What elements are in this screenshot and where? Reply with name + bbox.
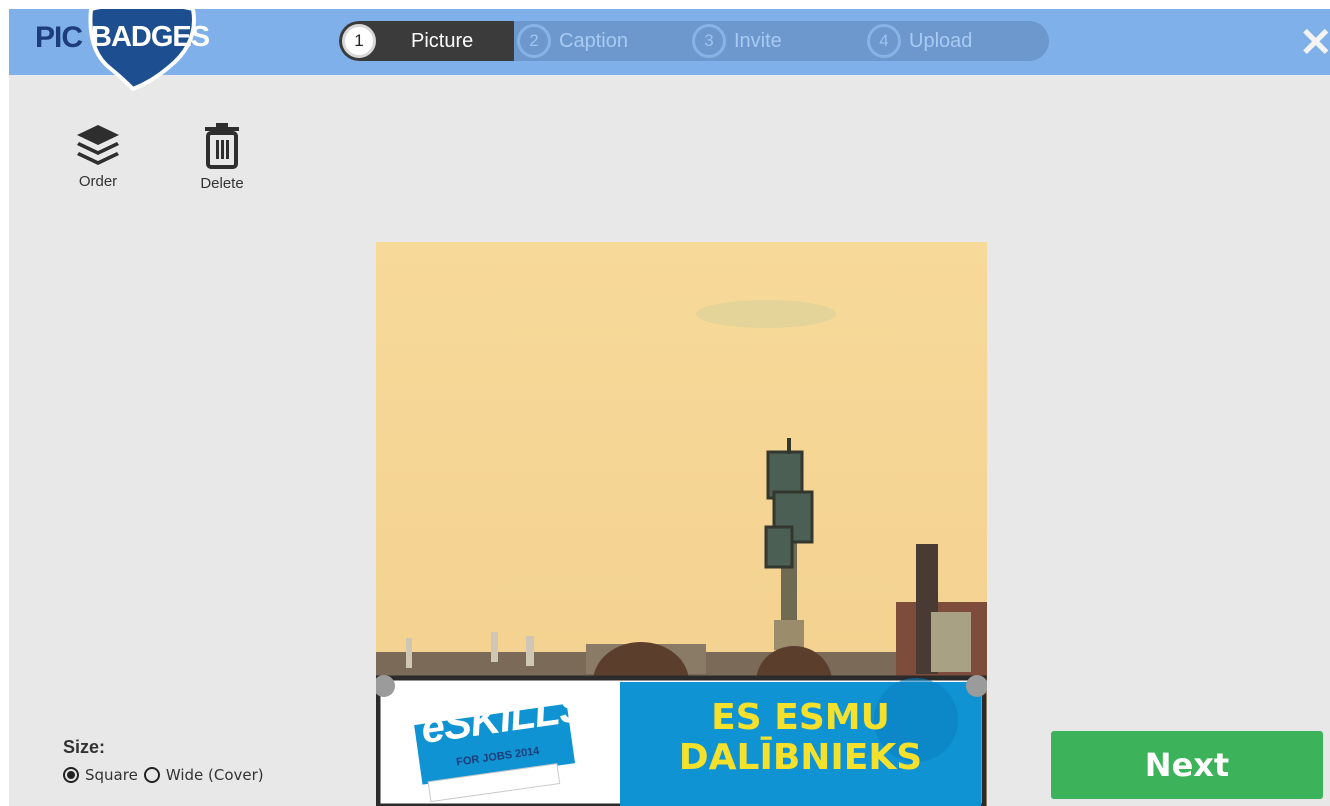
- size-radio-group: Square Wide (Cover): [63, 766, 264, 784]
- badge-caption-line-1: ES ESMU: [711, 697, 890, 738]
- step-label: Picture: [411, 30, 474, 52]
- step-label: Upload: [909, 30, 973, 52]
- size-options: Size: Square Wide (Cover): [63, 737, 264, 784]
- step-number: 1: [342, 24, 376, 58]
- step-invite[interactable]: 3 Invite: [689, 21, 864, 61]
- step-label: Caption: [559, 30, 628, 52]
- radio-wide-cover[interactable]: [143, 767, 160, 783]
- step-number: 4: [867, 24, 901, 58]
- radio-square[interactable]: [63, 767, 79, 783]
- trash-icon: [205, 123, 239, 169]
- close-icon[interactable]: ✕: [1299, 23, 1330, 63]
- badge-preview-canvas[interactable]: eSKILLS FOR JOBS 2014 ES ESMU DALĪBNIEKS: [376, 242, 987, 806]
- badge-caption-line-2: DALĪBNIEKS: [678, 737, 923, 778]
- order-label: Order: [78, 173, 118, 190]
- order-button[interactable]: Order: [53, 121, 143, 190]
- logo-text-pic: PIC: [35, 21, 83, 54]
- step-label: Invite: [734, 30, 782, 52]
- next-button[interactable]: Next: [1051, 731, 1323, 799]
- step-progress: 1 Picture 2 Caption 3 Invite 4 Upload: [339, 21, 1049, 61]
- step-number: 3: [692, 24, 726, 58]
- size-title: Size:: [63, 737, 106, 757]
- delete-label: Delete: [200, 175, 244, 192]
- step-number: 2: [517, 24, 551, 58]
- step-picture[interactable]: 1 Picture: [339, 21, 514, 61]
- layers-icon: [77, 125, 119, 165]
- editor-stage: PIC BADGES 1 Picture 2 Caption 3 Invite …: [9, 9, 1330, 806]
- delete-button[interactable]: Delete: [177, 121, 267, 192]
- radio-wide-cover-label[interactable]: Wide (Cover): [166, 766, 264, 784]
- radio-square-label[interactable]: Square: [85, 766, 138, 784]
- radio-selected-dot: [67, 771, 75, 779]
- top-bar: PIC BADGES 1 Picture 2 Caption 3 Invite …: [9, 9, 1330, 91]
- step-caption[interactable]: 2 Caption: [514, 21, 689, 61]
- picbadges-logo[interactable]: PIC BADGES: [35, 9, 210, 93]
- logo-text-badges: BADGES: [91, 21, 210, 53]
- step-upload[interactable]: 4 Upload: [864, 21, 1049, 61]
- badge-caption: ES ESMU DALĪBNIEKS: [620, 698, 981, 778]
